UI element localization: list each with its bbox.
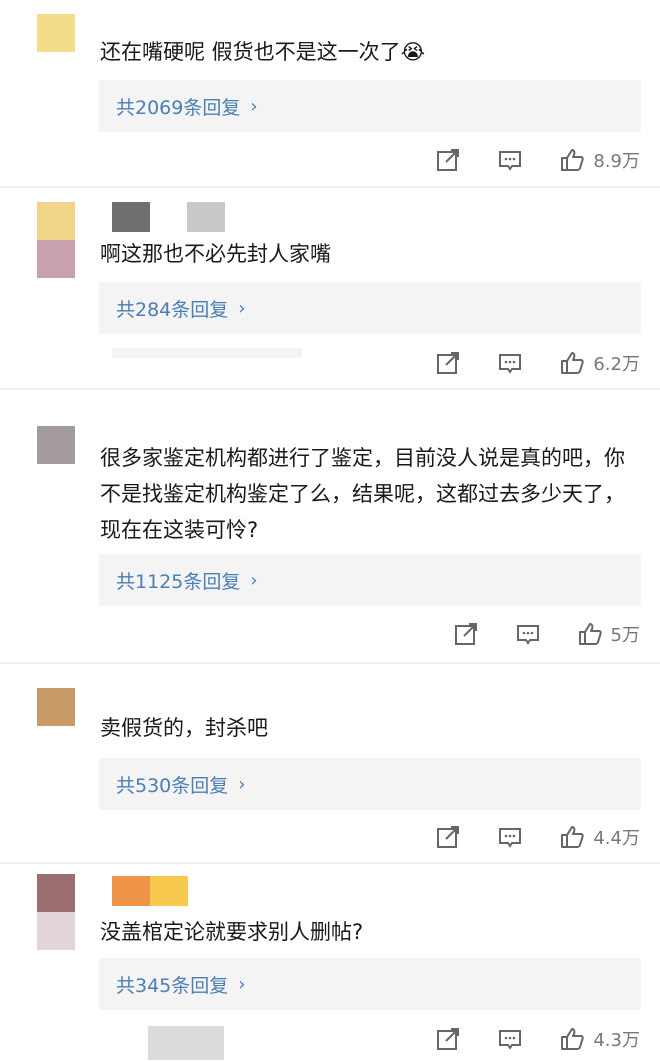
share-icon[interactable]: [435, 824, 461, 850]
like-icon: [561, 352, 585, 374]
comment-actions: 6.2万: [435, 348, 640, 378]
reply-count: 共284条回复: [116, 298, 229, 321]
like-icon: [561, 149, 585, 171]
reply-link[interactable]: 共2069条回复 ›: [99, 80, 641, 132]
username-blurred[interactable]: [187, 202, 225, 232]
comment-icon[interactable]: [497, 1026, 523, 1052]
chevron-right-icon: ›: [250, 95, 258, 117]
like-button[interactable]: 5万: [577, 621, 640, 647]
comment-actions: 4.4万: [435, 822, 640, 852]
comment-text: 还在嘴硬呢 假货也不是这一次了😭: [100, 40, 426, 64]
comment-actions: 8.9万: [435, 145, 640, 175]
comment-text: 没盖棺定论就要求别人删帖?: [100, 920, 364, 944]
comment-text: 卖假货的，封杀吧: [100, 716, 268, 740]
avatar[interactable]: [37, 202, 75, 278]
chevron-right-icon: ›: [238, 297, 246, 319]
reply-link[interactable]: 共345条回复 ›: [99, 958, 641, 1010]
reply-count: 共530条回复: [116, 774, 229, 797]
like-icon: [578, 623, 602, 645]
comment-icon[interactable]: [497, 350, 523, 376]
like-count: 4.4万: [593, 828, 640, 849]
reply-link[interactable]: 共284条回复 ›: [99, 282, 641, 334]
chevron-right-icon: ›: [238, 773, 246, 795]
comment-item: 啊这那也不必先封人家嘴 共284条回复 › 6.2万: [0, 188, 660, 388]
like-count: 4.3万: [593, 1030, 640, 1051]
username-blurred[interactable]: [150, 876, 188, 906]
comment-icon[interactable]: [497, 824, 523, 850]
like-button[interactable]: 4.4万: [559, 824, 640, 850]
blurred-meta: [112, 348, 302, 358]
comment-item: 还在嘴硬呢 假货也不是这一次了😭 共2069条回复 › 8.9万: [0, 0, 660, 188]
avatar[interactable]: [37, 14, 75, 52]
avatar[interactable]: [37, 426, 75, 464]
username-blurred[interactable]: [112, 876, 150, 906]
like-button[interactable]: 6.2万: [559, 350, 640, 376]
reply-count: 共345条回复: [116, 974, 229, 997]
reply-count: 共1125条回复: [116, 570, 241, 593]
avatar[interactable]: [37, 688, 75, 726]
reply-link[interactable]: 共530条回复 ›: [99, 758, 641, 810]
reply-count: 共2069条回复: [116, 96, 241, 119]
like-icon: [561, 826, 585, 848]
like-count: 8.9万: [593, 151, 640, 172]
blurred-meta: [148, 1026, 224, 1060]
like-count: 5万: [610, 625, 640, 646]
avatar[interactable]: [37, 874, 75, 950]
comment-item: 很多家鉴定机构都进行了鉴定，目前没人说是真的吧，你不是找鉴定机构鉴定了么，结果呢…: [0, 390, 660, 662]
like-button[interactable]: 8.9万: [559, 147, 640, 173]
share-icon[interactable]: [453, 621, 479, 647]
like-icon: [561, 1028, 585, 1050]
reply-link[interactable]: 共1125条回复 ›: [99, 554, 641, 606]
comment-text: 啊这那也不必先封人家嘴: [100, 242, 331, 266]
like-button[interactable]: 4.3万: [559, 1026, 640, 1052]
comment-item: 卖假货的，封杀吧 共530条回复 › 4.4万: [0, 664, 660, 864]
like-count: 6.2万: [593, 354, 640, 375]
comment-icon[interactable]: [515, 621, 541, 647]
chevron-right-icon: ›: [238, 973, 246, 995]
comment-actions: 5万: [453, 619, 640, 649]
chevron-right-icon: ›: [250, 569, 258, 591]
comment-item: 没盖棺定论就要求别人删帖? 共345条回复 › 4.3万: [0, 864, 660, 1062]
comment-icon[interactable]: [497, 147, 523, 173]
comment-text: 很多家鉴定机构都进行了鉴定，目前没人说是真的吧，你不是找鉴定机构鉴定了么，结果呢…: [100, 446, 625, 542]
comment-actions: 4.3万: [435, 1024, 640, 1054]
share-icon[interactable]: [435, 147, 461, 173]
share-icon[interactable]: [435, 1026, 461, 1052]
username-blurred[interactable]: [112, 202, 150, 232]
share-icon[interactable]: [435, 350, 461, 376]
